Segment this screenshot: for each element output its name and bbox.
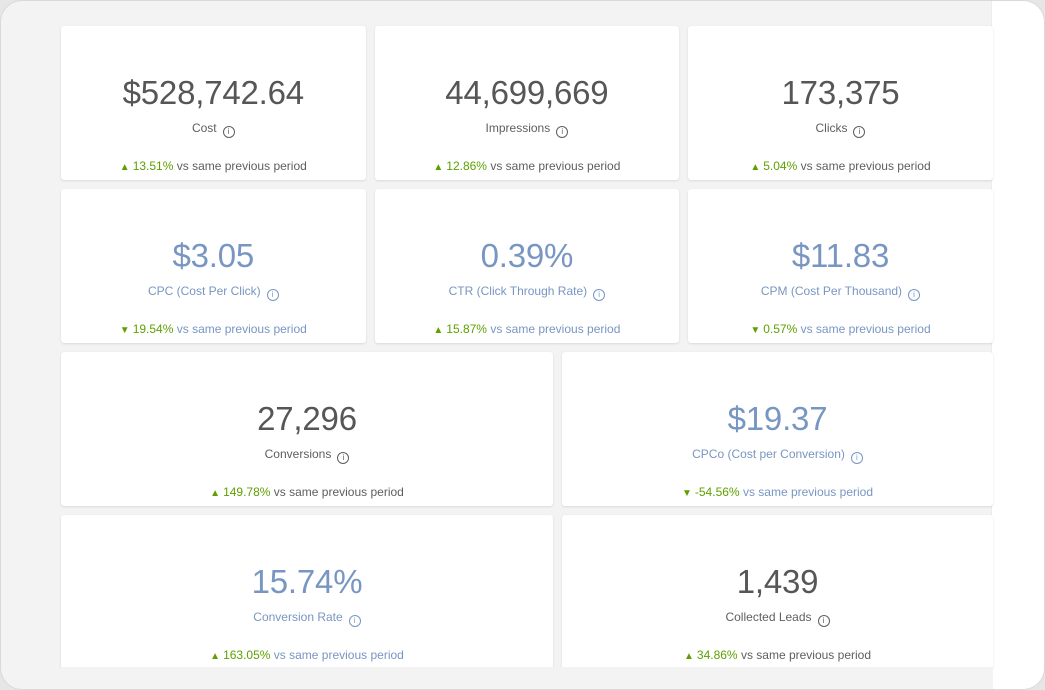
kpi-label: Clicks i: [688, 121, 993, 138]
kpi-label: Impressions i: [375, 121, 680, 138]
kpi-card-ctr: 0.39% CTR (Click Through Rate) i ▲ 15.87% …: [374, 189, 680, 343]
kpi-value: $11.83: [791, 237, 890, 274]
kpi-label: Conversions i: [61, 447, 553, 464]
info-circle-icon[interactable]: i: [348, 615, 361, 627]
kpi-grid: $528,742.64 Cost i ▲ 13.51% vs same previo…: [61, 26, 993, 678]
kpi-label: CPC (Cost Per Click) i: [61, 284, 366, 301]
trend-arrow-icon: ▲: [210, 651, 221, 662]
kpi-card-collected-leads: 1,439 Collected Leads i ▲ 34.86% vs same p…: [562, 515, 993, 669]
scrollbar[interactable]: [991, 1, 1044, 689]
dashboard-panel: $528,742.64 Cost i ▲ 13.51% vs same previo…: [0, 0, 1045, 690]
info-circle-icon[interactable]: i: [908, 289, 921, 301]
kpi-trend: ▲ 149.78% vs same previous period: [210, 485, 404, 499]
kpi-value: 44,699,669: [445, 74, 609, 111]
kpi-row-2: $3.05 CPC (Cost Per Click) i ▼ 19.54% vs s…: [61, 189, 993, 343]
kpi-row-3: 27,296 Conversions i ▲ 149.78% vs same pre…: [61, 352, 993, 506]
kpi-trend: ▲ 34.86% vs same previous period: [683, 648, 871, 662]
kpi-value: 1,439: [736, 563, 819, 600]
trend-arrow-icon: ▲: [433, 325, 444, 336]
kpi-value: $528,742.64: [122, 74, 305, 111]
kpi-card-cpco: $19.37 CPCo (Cost per Conversion) i ▼ -54.…: [562, 352, 993, 506]
kpi-value: 15.74%: [251, 563, 363, 600]
kpi-trend: ▲ 12.86% vs same previous period: [433, 159, 621, 173]
kpi-label: CPM (Cost Per Thousand) i: [688, 284, 993, 301]
info-circle-icon[interactable]: i: [593, 289, 606, 301]
kpi-card-cpc: $3.05 CPC (Cost Per Click) i ▼ 19.54% vs s…: [61, 189, 366, 343]
kpi-label: Collected Leads i: [562, 610, 993, 627]
info-circle-icon[interactable]: i: [337, 452, 350, 464]
kpi-card-clicks: 173,375 Clicks i ▲ 5.04% vs same previous …: [688, 26, 993, 180]
trend-arrow-icon: ▲: [119, 162, 130, 173]
panel-bottom-edge: [61, 667, 993, 689]
kpi-trend: ▼ 19.54% vs same previous period: [119, 322, 307, 336]
kpi-card-cpm: $11.83 CPM (Cost Per Thousand) i ▼ 0.57% v…: [688, 189, 993, 343]
info-circle-icon[interactable]: i: [850, 452, 863, 464]
kpi-label: Conversion Rate i: [61, 610, 553, 627]
trend-arrow-icon: ▲: [683, 651, 694, 662]
kpi-trend: ▲ 15.87% vs same previous period: [433, 322, 621, 336]
kpi-value: 173,375: [781, 74, 900, 111]
kpi-label: Cost i: [61, 121, 366, 138]
info-circle-icon[interactable]: i: [817, 615, 830, 627]
info-circle-icon[interactable]: i: [266, 289, 279, 301]
kpi-trend: ▲ 163.05% vs same previous period: [210, 648, 404, 662]
kpi-trend: ▲ 5.04% vs same previous period: [750, 159, 931, 173]
kpi-value: 27,296: [257, 400, 357, 437]
info-circle-icon[interactable]: i: [556, 126, 569, 138]
kpi-row-1: $528,742.64 Cost i ▲ 13.51% vs same previo…: [61, 26, 993, 180]
kpi-row-4: 15.74% Conversion Rate i ▲ 163.05% vs same…: [61, 515, 993, 669]
kpi-card-cost: $528,742.64 Cost i ▲ 13.51% vs same previo…: [61, 26, 366, 180]
info-circle-icon[interactable]: i: [853, 126, 866, 138]
kpi-card-conversion-rate: 15.74% Conversion Rate i ▲ 163.05% vs same…: [61, 515, 553, 669]
trend-arrow-icon: ▲: [210, 488, 221, 499]
trend-arrow-icon: ▼: [119, 325, 130, 336]
kpi-card-impressions: 44,699,669 Impressions i ▲ 12.86% vs same …: [374, 26, 680, 180]
trend-arrow-icon: ▼: [681, 488, 692, 499]
kpi-trend: ▼ 0.57% vs same previous period: [750, 322, 931, 336]
kpi-label: CTR (Click Through Rate) i: [375, 284, 680, 301]
trend-arrow-icon: ▲: [433, 162, 444, 173]
kpi-value: 0.39%: [480, 237, 574, 274]
trend-arrow-icon: ▼: [750, 325, 761, 336]
kpi-value: $19.37: [727, 400, 828, 437]
kpi-card-conversions: 27,296 Conversions i ▲ 149.78% vs same pre…: [61, 352, 553, 506]
kpi-trend: ▼ -54.56% vs same previous period: [681, 485, 873, 499]
kpi-trend: ▲ 13.51% vs same previous period: [119, 159, 307, 173]
trend-arrow-icon: ▲: [750, 162, 761, 173]
info-circle-icon[interactable]: i: [222, 126, 235, 138]
kpi-value: $3.05: [172, 237, 255, 274]
kpi-label: CPCo (Cost per Conversion) i: [562, 447, 993, 464]
